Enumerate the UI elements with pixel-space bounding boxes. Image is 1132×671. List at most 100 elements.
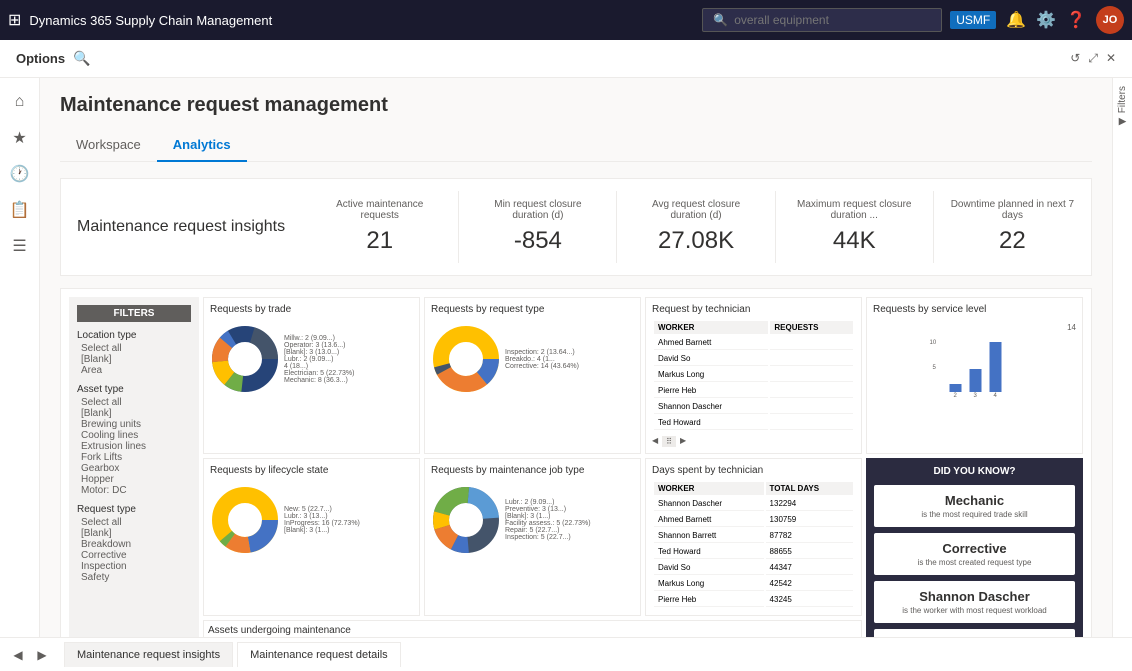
page-tabs: Workspace Analytics [60,129,1092,162]
filter-asset-fork[interactable]: Fork Lifts [81,452,191,463]
filter-req-corrective[interactable]: Corrective [81,550,191,561]
sub-nav-actions: ↺ ⤢ ✕ [1070,51,1116,66]
kpi-downtime-label: Downtime planned in next 7 days [950,199,1075,221]
expand-icon[interactable]: ⤢ [1088,51,1098,66]
filter-asset-extrusion[interactable]: Extrusion lines [81,441,191,452]
dashboard-grid: FILTERS Location type Select all [Blank]… [69,297,1083,637]
close-icon[interactable]: ✕ [1106,51,1116,66]
filter-req-blank[interactable]: [Blank] [81,528,191,539]
filter-req-selectall[interactable]: Select all [81,517,191,528]
bottom-tab-insights[interactable]: Maintenance request insights [64,642,233,667]
dyk-card-shannon: Shannon Dascher is the worker with most … [874,581,1075,623]
sub-search-icon[interactable]: 🔍 [73,50,90,67]
filter-asset-motor[interactable]: Motor: DC [81,485,191,496]
filter-location-label: Location type [77,330,191,341]
notification-icon[interactable]: 🔔 [1006,10,1026,30]
dyk-mechanic-sub: is the most required trade skill [882,510,1067,519]
table-row: Markus Long42542 [654,577,853,591]
sidebar-workspaces-icon[interactable]: 📋 [4,194,36,226]
dyk-shannon-value: Shannon Dascher [882,589,1067,604]
tab-analytics[interactable]: Analytics [157,129,247,162]
filter-req-inspection[interactable]: Inspection [81,561,191,572]
filter-opt-selectall[interactable]: Select all [81,343,191,354]
dyk-card-mechanic: Mechanic is the most required trade skil… [874,485,1075,527]
app-title: Dynamics 365 Supply Chain Management [29,13,694,28]
filters-panel: FILTERS Location type Select all [Blank]… [69,297,199,637]
filter-opt-blank[interactable]: [Blank] [81,354,191,365]
help-icon[interactable]: ❓ [1066,10,1086,30]
chart-by-technician: Request by technician WORKER REQUESTS Ah… [645,297,862,454]
top-navigation: ⊞ Dynamics 365 Supply Chain Management 🔍… [0,0,1132,40]
donut-trade [210,324,280,394]
filter-asset-selectall[interactable]: Select all [81,397,191,408]
filter-req-safety[interactable]: Safety [81,572,191,583]
user-avatar[interactable]: JO [1096,6,1124,34]
svg-text:10: 10 [930,340,937,346]
filter-req-breakdown[interactable]: Breakdown [81,539,191,550]
kpi-downtime: Downtime planned in next 7 days 22 [934,191,1091,263]
donut-reqtype [431,324,501,394]
table-row: David So44347 [654,561,853,575]
sidebar-home-icon[interactable]: ⌂ [4,86,36,118]
main-layout: ⌂ ★ 🕐 📋 ☰ Maintenance request management… [0,78,1132,637]
filter-opt-area[interactable]: Area [81,365,191,376]
kpi-avg-value: 27.08K [633,227,758,255]
prev-page-button[interactable]: ◀ [8,645,28,665]
search-input[interactable] [734,13,914,27]
chart-tech-title: Request by technician [652,304,855,315]
filter-asset-hopper[interactable]: Hopper [81,474,191,485]
kpi-max-value: 44K [792,227,917,255]
assets-table-title: Assets undergoing maintenance [208,625,857,636]
table-row: Shannon Dascher132294 [654,497,853,511]
next-page-button[interactable]: ▶ [32,645,52,665]
svg-text:3: 3 [974,393,978,399]
dyk-card-corrective: Corrective is the most created request t… [874,533,1075,575]
kpi-active-label: Active maintenance requests [317,199,442,221]
days-col-worker: WORKER [654,482,764,495]
bottom-nav: ◀ ▶ [8,645,52,665]
days-by-tech-table: WORKER TOTAL DAYS Shannon Dascher132294 … [652,480,855,609]
chart-days-by-tech: Days spent by technician WORKER TOTAL DA… [645,458,862,616]
kpi-active-requests: Active maintenance requests 21 [301,191,459,263]
page-title: Maintenance request management [60,94,1092,117]
chart-service-title: Requests by service level [873,304,1076,315]
chart-by-lifecycle: Requests by lifecycle state New: 5 (22.7… [203,458,420,616]
svg-text:4: 4 [994,393,998,399]
filter-asset-gearbox[interactable]: Gearbox [81,463,191,474]
kpi-downtime-value: 22 [950,227,1075,255]
kpi-active-value: 21 [317,227,442,255]
insights-title: Maintenance request insights [77,218,285,236]
tech-col-worker: WORKER [654,321,768,334]
dyk-card-cooling: Cooling lines is the most repaired asset… [874,629,1075,637]
hamburger-icon[interactable]: ⊞ [8,10,21,30]
donut-jobtype [431,485,501,555]
tab-workspace[interactable]: Workspace [60,129,157,162]
global-search[interactable]: 🔍 [702,8,942,32]
svg-text:2: 2 [954,393,958,399]
chart-by-request-type: Requests by request type Inspection: 2 (… [424,297,641,454]
sidebar-modules-icon[interactable]: ☰ [4,230,36,262]
kpi-max-closure: Maximum request closure duration ... 44K [776,191,934,263]
settings-icon[interactable]: ⚙️ [1036,10,1056,30]
refresh-icon[interactable]: ↺ [1070,51,1080,66]
assets-table-panel: Assets undergoing maintenance REQUEST AS… [203,620,862,637]
sidebar-recent-icon[interactable]: 🕐 [4,158,36,190]
chart-by-trade: Requests by trade Millw.: 2 (9.09...) [203,297,420,454]
options-label: Options [16,51,65,66]
filter-asset-cooling[interactable]: Cooling lines [81,430,191,441]
filter-asset-label: Asset type [77,384,191,395]
filter-asset-blank[interactable]: [Blank] [81,408,191,419]
sidebar-favorites-icon[interactable]: ★ [4,122,36,154]
kpi-insights-label: Maintenance request insights [61,191,301,263]
table-row: Pierre Heb [654,384,853,398]
filter-asset-brewing[interactable]: Brewing units [81,419,191,430]
dyk-title: DID YOU KNOW? [874,466,1075,477]
kpi-min-closure: Min request closure duration (d) -854 [459,191,617,263]
filters-side-button[interactable]: ◀ Filters [1117,86,1128,127]
table-row: Ted Howard [654,416,853,430]
bottom-tab-details[interactable]: Maintenance request details [237,642,401,667]
tech-col-requests: REQUESTS [770,321,853,334]
nav-icons: USMF 🔔 ⚙️ ❓ JO [950,6,1124,34]
dashboard-wrapper: FILTERS Location type Select all [Blank]… [60,288,1092,637]
chart-jobtype-title: Requests by maintenance job type [431,465,634,476]
